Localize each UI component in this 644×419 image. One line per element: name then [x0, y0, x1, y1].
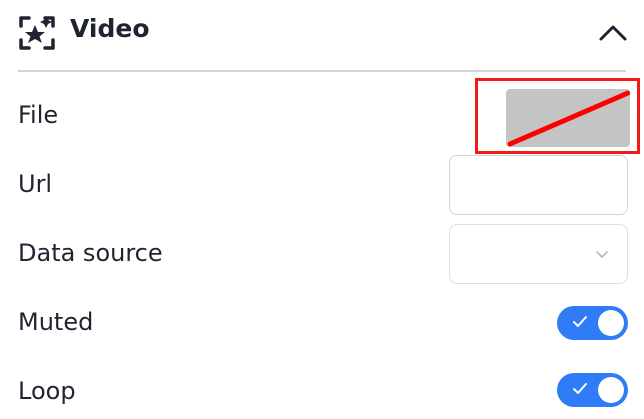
file-label: File	[18, 101, 59, 129]
checkmark-icon	[573, 316, 587, 327]
data-source-select[interactable]	[449, 224, 628, 284]
toggle-knob	[598, 377, 624, 403]
file-picker-highlight[interactable]	[475, 78, 640, 154]
muted-label: Muted	[18, 308, 94, 336]
sparkle-frame-icon	[18, 14, 56, 52]
muted-toggle[interactable]	[557, 306, 628, 340]
collapse-section-button[interactable]	[596, 18, 630, 48]
section-divider	[18, 70, 626, 72]
video-settings-panel: Video File Url Data source Muted Loop	[0, 0, 644, 419]
video-section-title: Video	[70, 14, 150, 43]
data-source-label: Data source	[18, 239, 163, 267]
chevron-down-icon	[596, 251, 608, 258]
loop-toggle[interactable]	[557, 373, 628, 407]
toggle-knob	[598, 310, 624, 336]
url-label: Url	[18, 170, 53, 198]
url-input[interactable]	[449, 155, 628, 215]
video-section-header[interactable]: Video	[0, 0, 644, 70]
file-preview-thumbnail[interactable]	[506, 89, 630, 147]
chevron-up-icon	[599, 25, 627, 41]
loop-label: Loop	[18, 377, 76, 405]
checkmark-icon	[573, 383, 587, 394]
empty-file-preview-icon	[507, 90, 630, 147]
